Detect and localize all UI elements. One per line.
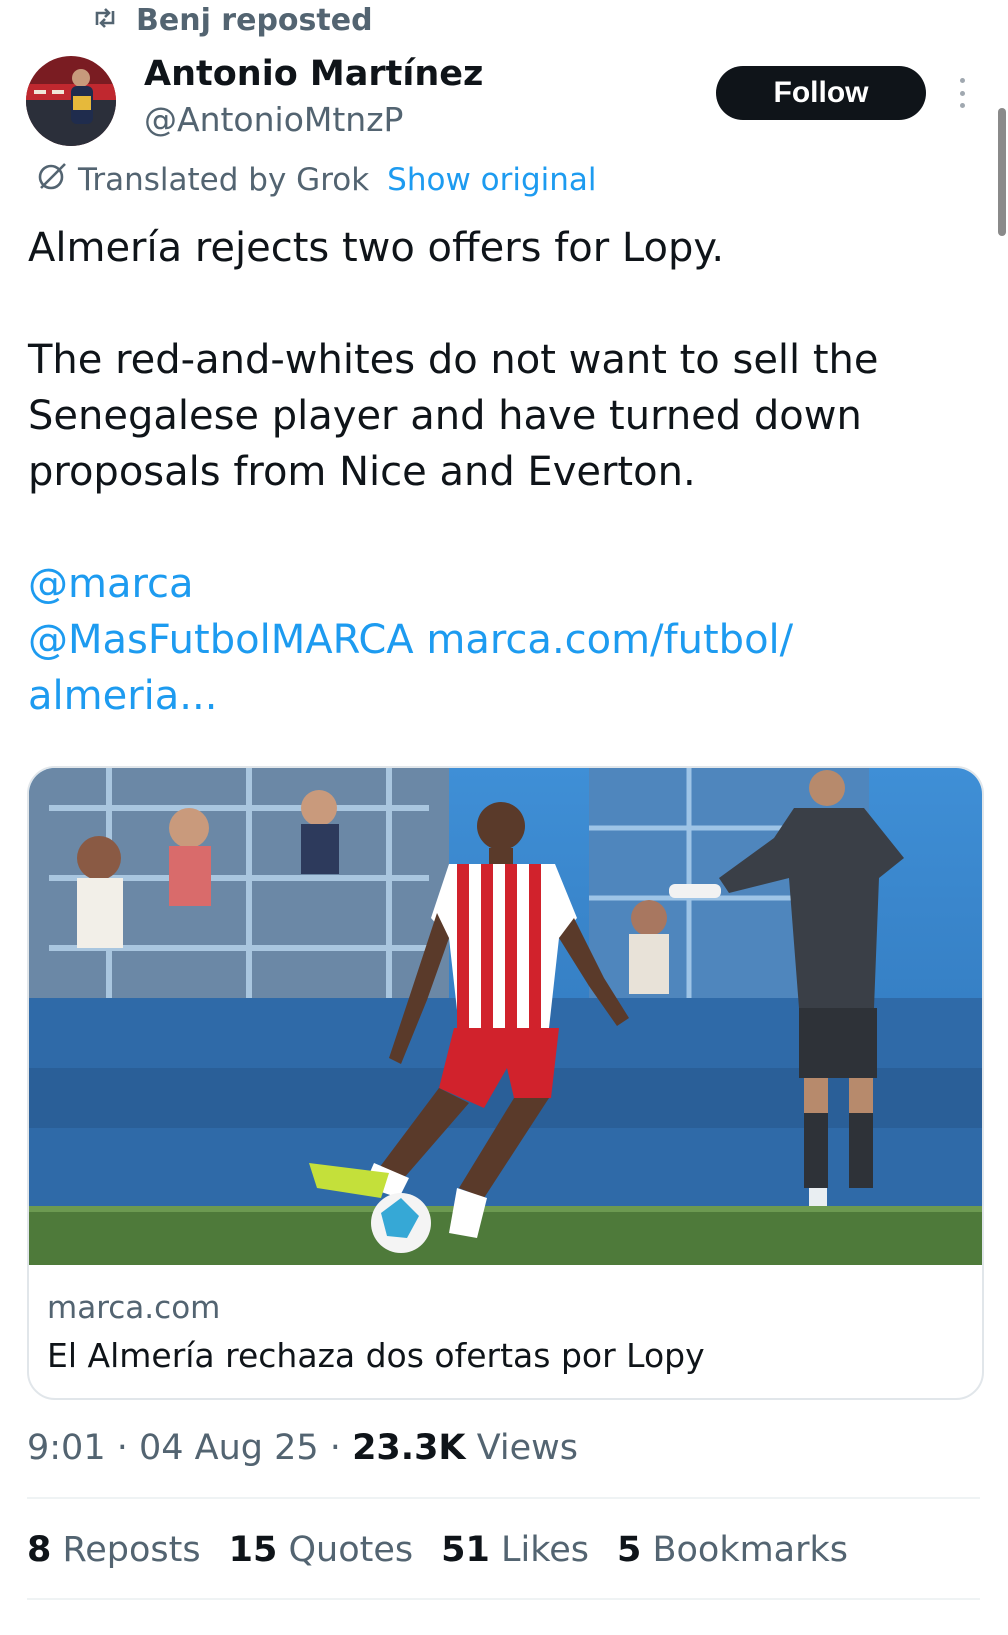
show-original-link[interactable]: Show original <box>387 162 596 198</box>
card-image <box>29 768 982 1265</box>
translated-label: Translated by Grok <box>78 162 370 198</box>
author-handle[interactable]: @AntonioMtnzP <box>144 100 403 139</box>
card-title: El Almería rechaza dos ofertas por Lopy <box>47 1336 705 1375</box>
divider <box>27 1497 980 1499</box>
tweet-meta: 9:01 · 04 Aug 25 · 23.3K Views <box>27 1428 578 1468</box>
tweet-line-1: Almería rejects two offers for Lopy. <box>28 225 725 271</box>
engagement-stats: 8 Reposts 15 Quotes 51 Likes 5 Bookmarks <box>27 1530 848 1570</box>
repost-context[interactable]: Benj reposted <box>92 0 373 40</box>
views-count: 23.3K <box>352 1428 466 1468</box>
translation-bar: Translated by Grok Show original <box>36 160 597 200</box>
views-label: Views <box>476 1428 578 1468</box>
divider <box>27 1598 980 1600</box>
repost-icon <box>92 7 118 33</box>
card-domain: marca.com <box>47 1290 221 1326</box>
reposts-stat[interactable]: 8 Reposts <box>27 1530 201 1570</box>
repost-label: Benj reposted <box>136 2 373 38</box>
tweet-time[interactable]: 9:01 <box>27 1428 106 1468</box>
quotes-stat[interactable]: 15 Quotes <box>229 1530 414 1570</box>
likes-stat[interactable]: 51 Likes <box>441 1530 589 1570</box>
bookmarks-stat[interactable]: 5 Bookmarks <box>617 1530 848 1570</box>
mention-marca[interactable]: @marca <box>28 561 194 607</box>
scrollbar[interactable] <box>998 108 1006 236</box>
tweet-text: Almería rejects two offers for Lopy. The… <box>28 220 958 724</box>
follow-button[interactable]: Follow <box>716 66 926 120</box>
author-name[interactable]: Antonio Martínez <box>144 54 483 94</box>
more-options-icon[interactable] <box>952 78 972 108</box>
mention-masfutbolmarca[interactable]: @MasFutbolMARCA <box>28 617 414 663</box>
grok-icon <box>36 160 68 200</box>
tweet-date[interactable]: 04 Aug 25 <box>139 1428 319 1468</box>
avatar[interactable] <box>26 56 116 146</box>
tweet-paragraph-2: The red-and-whites do not want to sell t… <box>28 337 879 495</box>
link-card[interactable]: marca.com El Almería rechaza dos ofertas… <box>27 766 984 1400</box>
